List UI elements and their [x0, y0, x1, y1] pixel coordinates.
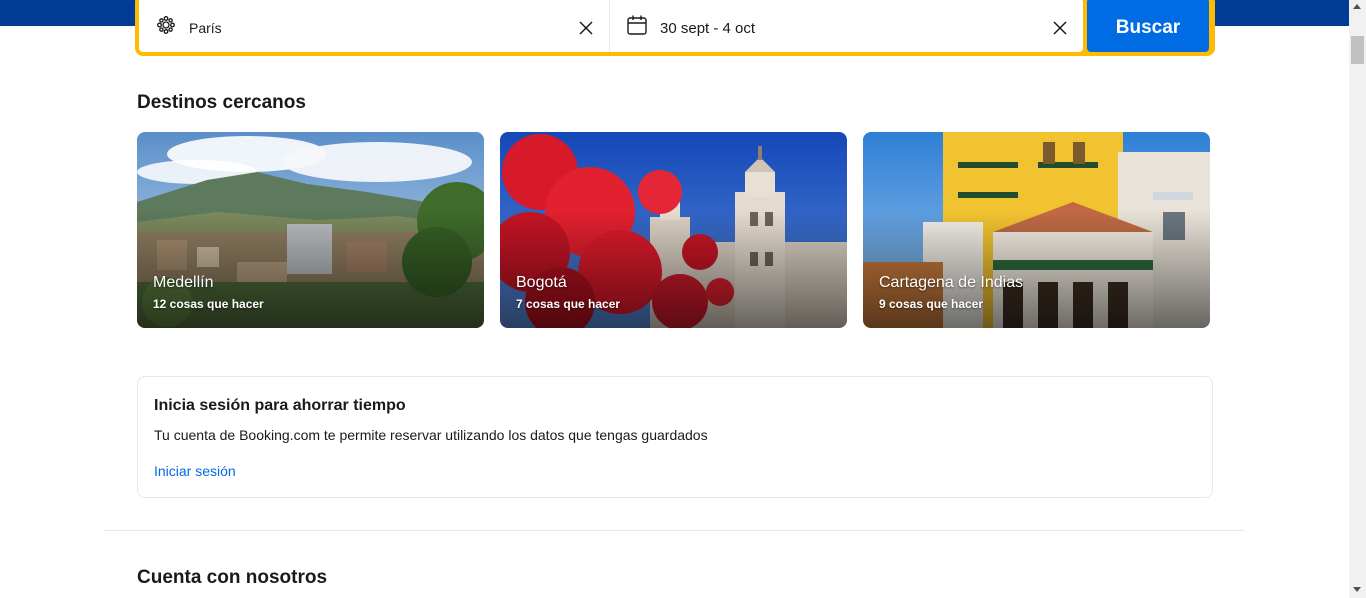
- destination-field[interactable]: París: [139, 0, 610, 52]
- dates-value[interactable]: 30 sept - 4 oct: [660, 14, 1049, 37]
- signin-banner: Inicia sesión para ahorrar tiempo Tu cue…: [137, 376, 1213, 498]
- signin-link[interactable]: Iniciar sesión: [154, 463, 236, 479]
- card-name: Bogotá: [516, 274, 567, 291]
- destination-value[interactable]: París: [189, 14, 575, 36]
- destination-card-medellin[interactable]: Medellín 12 cosas que hacer: [137, 132, 484, 328]
- card-subtitle: 7 cosas que hacer: [516, 297, 621, 311]
- destination-card-cartagena[interactable]: Cartagena de Indias 9 cosas que hacer: [863, 132, 1210, 328]
- scroll-up-arrow-icon[interactable]: [1353, 4, 1361, 9]
- card-name: Medellín: [153, 274, 214, 291]
- attraction-icon: [155, 14, 177, 36]
- card-subtitle: 9 cosas que hacer: [879, 297, 984, 311]
- section-divider: [104, 530, 1245, 531]
- search-button[interactable]: Buscar: [1087, 0, 1209, 52]
- nearby-destinations-title: Destinos cercanos: [137, 92, 306, 113]
- clear-dates-icon[interactable]: [1049, 14, 1071, 36]
- destination-cards: Medellín 12 cosas que hacer Bogotá 7 cos…: [137, 132, 1210, 328]
- scroll-down-arrow-icon[interactable]: [1353, 587, 1361, 592]
- signin-title: Inicia sesión para ahorrar tiempo: [154, 397, 406, 414]
- search-bar: París 30 sept - 4 oct Buscar: [135, 0, 1215, 56]
- vertical-scrollbar[interactable]: [1349, 0, 1366, 598]
- signin-text: Tu cuenta de Booking.com te permite rese…: [154, 427, 708, 443]
- calendar-icon: [626, 14, 648, 36]
- dates-field[interactable]: 30 sept - 4 oct: [610, 0, 1083, 52]
- scrollbar-thumb[interactable]: [1351, 36, 1364, 64]
- trust-section-title: Cuenta con nosotros: [137, 567, 328, 588]
- card-name: Cartagena de Indias: [879, 274, 1024, 291]
- clear-destination-icon[interactable]: [575, 14, 597, 36]
- card-subtitle: 12 cosas que hacer: [153, 297, 264, 311]
- destination-card-bogota[interactable]: Bogotá 7 cosas que hacer: [500, 132, 847, 328]
